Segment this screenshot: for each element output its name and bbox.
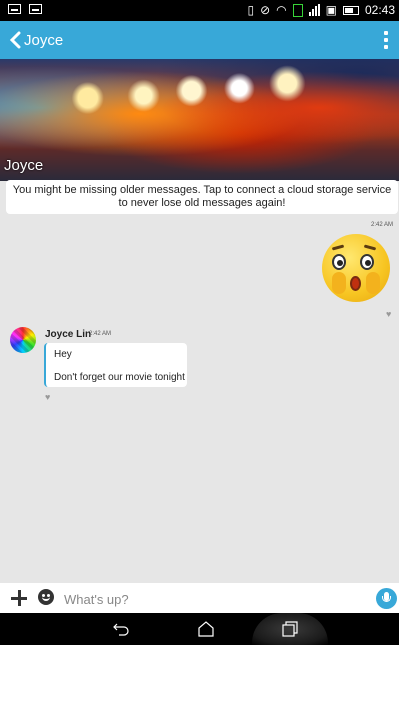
mute-icon: ⊘	[260, 3, 271, 17]
plus-icon[interactable]	[11, 590, 27, 606]
like-heart-icon[interactable]: ♥	[45, 393, 53, 402]
cloud-storage-notice[interactable]: You might be missing older messages. Tap…	[6, 180, 398, 214]
microphone-icon[interactable]	[376, 588, 397, 609]
gallery-icon	[29, 4, 42, 14]
incoming-timestamp: 2:42 AM	[89, 331, 112, 337]
status-left-icons	[8, 4, 42, 14]
avatar[interactable]	[10, 327, 36, 353]
message-bubble[interactable]: Hey Don't forget our movie tonight	[44, 343, 187, 387]
status-right-icons: ▯ ⊘ ◠ ▣ 02:43	[247, 3, 395, 17]
like-heart-icon[interactable]: ♥	[386, 310, 394, 319]
emoji-icon[interactable]	[38, 589, 54, 605]
recents-icon[interactable]	[280, 619, 300, 639]
shocked-emoji-sticker[interactable]	[322, 234, 390, 302]
overflow-menu-icon[interactable]	[383, 31, 389, 49]
conversation-title[interactable]: Joyce	[24, 32, 63, 49]
navigation-bar	[0, 613, 399, 645]
sim2-icon: ▣	[325, 3, 337, 17]
app-bar: Joyce	[0, 21, 399, 59]
cover-image	[0, 59, 399, 181]
battery-icon	[342, 5, 359, 15]
cover-name: Joyce	[4, 157, 44, 174]
image-icon	[8, 4, 21, 14]
message-line: Don't forget our movie tonight	[54, 372, 185, 383]
compose-bar	[0, 583, 399, 613]
sim1-icon	[292, 3, 303, 17]
message-input[interactable]	[64, 590, 364, 608]
signal-icon	[308, 4, 320, 16]
wifi-icon: ◠	[276, 3, 287, 17]
sender-name: Joyce Lin	[45, 329, 92, 340]
home-icon[interactable]	[196, 619, 216, 639]
message-line: Hey	[54, 349, 72, 360]
chat-area[interactable]: Joyce You might be missing older message…	[0, 59, 399, 583]
status-bar: ▯ ⊘ ◠ ▣ 02:43	[0, 0, 399, 21]
outgoing-timestamp: 2:42 AM	[370, 222, 393, 228]
status-time: 02:43	[364, 3, 395, 17]
vibrate-icon: ▯	[247, 3, 255, 17]
back-icon[interactable]	[111, 619, 131, 639]
